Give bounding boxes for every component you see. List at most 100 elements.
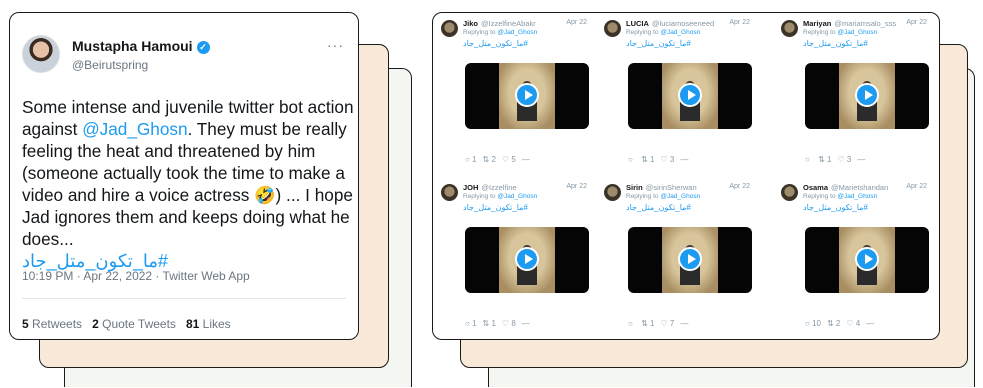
avatar[interactable] [441,184,458,201]
reply-header: JOH @Izzelfine Apr 22 Replying to @Jad_Ghos… [433,179,593,225]
replying-to: Replying to @Jad_Ghosn [463,193,538,200]
avatar[interactable] [441,20,458,37]
reply-author[interactable]: Osama @Marietshandan [803,183,888,192]
reply-header: Osama @Marietshandan Apr 22 Replying to @Ja… [773,179,933,225]
video-player[interactable] [628,227,752,293]
share-icon[interactable]: — [866,319,874,328]
avatar[interactable] [22,35,60,73]
video-player[interactable] [805,227,929,293]
reply-author[interactable]: LUCIA @luciamoseeneed [626,19,714,28]
like-icon[interactable]: ♡ 3 [660,155,674,164]
retweet-icon[interactable]: ⇅ 2 [827,319,840,328]
likes-stat[interactable]: 81 Likes [186,317,231,331]
author-handle[interactable]: @Beirutspring [72,58,148,72]
play-icon[interactable] [515,83,539,107]
reply-tweet[interactable]: Mariyan @mariamsalo_sss Apr 22 Replying to … [773,15,933,177]
avatar[interactable] [781,184,798,201]
hashtag-link[interactable]: #ما_تكون_متل_جاد [803,203,868,212]
divider [22,298,346,299]
stats-row: 5 Retweets 2 Quote Tweets 81 Likes [22,317,231,331]
play-icon[interactable] [515,247,539,271]
play-icon[interactable] [678,83,702,107]
video-player[interactable] [628,63,752,129]
replies-grid: Jiko @IzzelfineAbakr Apr 22 Replying to @Ja… [432,12,940,340]
reply-icon[interactable]: ○ [805,155,812,164]
retweet-icon[interactable]: ⇅ 1 [641,155,654,164]
reply-author[interactable]: Jiko @IzzelfineAbakr [463,19,536,28]
hashtag-link[interactable]: #ما_تكون_متل_جاد [463,203,528,212]
like-icon[interactable]: ♡ 4 [846,319,860,328]
mention-link[interactable]: @Jad_Ghosn [497,29,537,36]
action-bar: ○ ⇅ 1 ♡ 7 — [628,319,694,328]
more-icon[interactable]: ··· [327,37,344,53]
retweet-icon[interactable]: ⇅ 1 [641,319,654,328]
tweet-card: Mustapha Hamoui ✓ @Beirutspring ··· Some … [9,12,359,340]
reply-tweet[interactable]: LUCIA @luciamoseeneed Apr 22 Replying to @J… [596,15,756,177]
reply-date[interactable]: Apr 22 [566,19,587,26]
hashtag-link[interactable]: #ما_تكون_متل_جاد [626,203,691,212]
retweet-icon[interactable]: ⇅ 1 [483,319,496,328]
hashtag-link[interactable]: #ما_تكون_متل_جاد [463,39,528,48]
hashtag-link[interactable]: #ما_تكون_متل_جاد [803,39,868,48]
play-icon[interactable] [678,247,702,271]
play-icon[interactable] [855,83,879,107]
share-icon[interactable]: — [857,155,865,164]
reply-tweet[interactable]: Jiko @IzzelfineAbakr Apr 22 Replying to @Ja… [433,15,593,177]
reply-icon[interactable]: ○ [628,155,635,164]
reply-date[interactable]: Apr 22 [566,183,587,190]
reply-header: Sirin @sirinSherwan Apr 22 Replying to @Jad… [596,179,756,225]
reply-header: Jiko @IzzelfineAbakr Apr 22 Replying to @Ja… [433,15,593,61]
retweets-stat[interactable]: 5 Retweets [22,317,82,331]
share-icon[interactable]: — [680,155,688,164]
like-icon[interactable]: ♡ 5 [502,155,516,164]
share-icon[interactable]: — [522,319,530,328]
action-bar: ○ 10 ⇅ 2 ♡ 4 — [805,319,880,328]
hashtag-link[interactable]: #ما_تكون_متل_جاد [626,39,691,48]
like-icon[interactable]: ♡ 3 [837,155,851,164]
action-bar: ○ 1 ⇅ 1 ♡ 8 — [465,319,536,328]
reply-tweet[interactable]: Osama @Marietshandan Apr 22 Replying to @Ja… [773,179,933,339]
mention-link[interactable]: @Jad_Ghosn [660,193,700,200]
like-icon[interactable]: ♡ 7 [660,319,674,328]
author-name[interactable]: Mustapha Hamoui ✓ [72,38,210,54]
replying-to: Replying to @Jad_Ghosn [463,29,538,36]
reply-icon[interactable]: ○ 1 [465,319,477,328]
replying-to: Replying to @Jad_Ghosn [626,29,701,36]
mention-link[interactable]: @Jad_Ghosn [497,193,537,200]
reply-date[interactable]: Apr 22 [906,19,927,26]
reply-header: LUCIA @luciamoseeneed Apr 22 Replying to @J… [596,15,756,61]
reply-icon[interactable]: ○ 10 [805,319,821,328]
video-player[interactable] [465,63,589,129]
replying-to: Replying to @Jad_Ghosn [626,193,701,200]
reply-author[interactable]: Sirin @sirinSherwan [626,183,697,192]
mention-link[interactable]: @Jad_Ghosn [837,193,877,200]
mention-link[interactable]: @Jad_Ghosn [660,29,700,36]
avatar[interactable] [604,20,621,37]
like-icon[interactable]: ♡ 8 [502,319,516,328]
retweet-icon[interactable]: ⇅ 1 [818,155,831,164]
avatar[interactable] [781,20,798,37]
avatar[interactable] [604,184,621,201]
reply-tweet[interactable]: JOH @Izzelfine Apr 22 Replying to @Jad_Ghos… [433,179,593,339]
share-icon[interactable]: — [680,319,688,328]
reply-date[interactable]: Apr 22 [906,183,927,190]
play-icon[interactable] [855,247,879,271]
reply-icon[interactable]: ○ [628,319,635,328]
reply-icon[interactable]: ○ 1 [465,155,477,164]
reply-date[interactable]: Apr 22 [729,183,750,190]
replying-to: Replying to @Jad_Ghosn [803,29,878,36]
mention-link[interactable]: @Jad_Ghosn [82,119,187,139]
reply-author[interactable]: Mariyan @mariamsalo_sss [803,19,896,28]
retweet-icon[interactable]: ⇅ 2 [483,155,496,164]
reply-author[interactable]: JOH @Izzelfine [463,183,517,192]
share-icon[interactable]: — [522,155,530,164]
reply-date[interactable]: Apr 22 [729,19,750,26]
video-player[interactable] [465,227,589,293]
quotes-stat[interactable]: 2 Quote Tweets [92,317,176,331]
reply-header: Mariyan @mariamsalo_sss Apr 22 Replying to … [773,15,933,61]
timestamp[interactable]: 10:19 PM · Apr 22, 2022 · Twitter Web Ap… [22,269,250,283]
reply-tweet[interactable]: Sirin @sirinSherwan Apr 22 Replying to @Jad… [596,179,756,339]
video-player[interactable] [805,63,929,129]
mention-link[interactable]: @Jad_Ghosn [837,29,877,36]
verified-icon: ✓ [196,41,210,54]
